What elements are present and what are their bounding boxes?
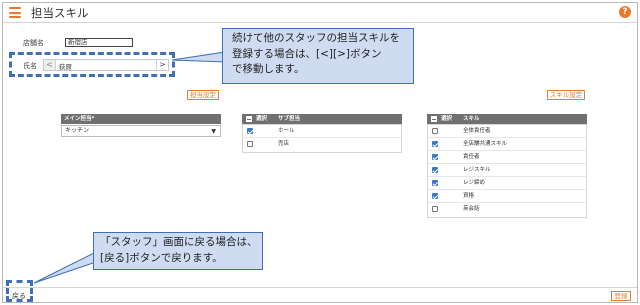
hamburger-icon[interactable] (9, 7, 21, 18)
row-label: 英会話 (463, 206, 480, 212)
row-checkbox[interactable] (432, 180, 438, 186)
callout-back-hint: 「スタッフ」画面に戻る場合は、 [戻る]ボタンで戻ります。 (93, 232, 263, 270)
row-checkbox[interactable] (247, 141, 253, 147)
store-name-field: 新宿店 (65, 38, 133, 47)
callout-staff-nav-text: 続けて他のスタッフの担当スキルを 登録する場合は、[<][>]ボタン で移動しま… (232, 32, 400, 75)
table-row[interactable]: 責任者 (428, 151, 586, 164)
main-duty-selected-value: キッチン (65, 127, 90, 134)
sub-duty-table: ホール 売店 (242, 124, 402, 153)
skills-header: 選択 スキル (427, 114, 587, 124)
callout-back-hint-text: 「スタッフ」画面に戻る場合は、 [戻る]ボタンで戻ります。 (100, 236, 258, 264)
register-button[interactable]: 登録 (611, 291, 631, 301)
row-label: 売店 (278, 141, 290, 147)
sub-duty-col-name: サブ担当 (278, 116, 301, 122)
row-label: レジ締め (463, 180, 486, 186)
row-label: ホール (278, 128, 295, 134)
skills-col-select: 選択 (441, 116, 453, 122)
row-checkbox[interactable] (432, 167, 438, 173)
select-all-skills-checkbox[interactable] (431, 116, 437, 122)
store-name-label: 店舗名 (23, 39, 44, 47)
skills-table: 全体責任者 全店舗共通スキル 責任者 レジスキル レジ締め 資格 英会話 (427, 124, 587, 218)
help-icon[interactable]: ? (619, 6, 631, 18)
row-checkbox[interactable] (432, 206, 438, 212)
callout-staff-nav: 続けて他のスタッフの担当スキルを 登録する場合は、[<][>]ボタン で移動しま… (222, 28, 414, 84)
sub-duty-col-select: 選択 (256, 116, 268, 122)
main-duty-select[interactable]: キッチン ▼ (61, 125, 221, 137)
table-row[interactable]: 英会話 (428, 203, 586, 216)
duty-setting-button[interactable]: 担当設定 (187, 90, 219, 100)
header-bar: 担当スキル ? (3, 3, 637, 23)
row-checkbox[interactable] (432, 154, 438, 160)
skills-col-name: スキル (463, 116, 480, 122)
row-label: レジスキル (463, 167, 491, 173)
staff-name-selector: < 荻原 > (43, 59, 169, 71)
footer-bar: 戻る 登録 (3, 287, 637, 302)
table-row[interactable]: レジ締め (428, 177, 586, 190)
row-label: 責任者 (463, 154, 480, 160)
table-row[interactable]: 資格 (428, 190, 586, 203)
skill-setting-button[interactable]: スキル設定 (547, 90, 585, 100)
sub-duty-header: 選択 サブ担当 (242, 114, 402, 124)
row-label: 全体責任者 (463, 128, 491, 134)
next-staff-button[interactable]: > (156, 60, 168, 70)
row-label: 全店舗共通スキル (463, 141, 508, 147)
row-checkbox[interactable] (432, 141, 438, 147)
table-row[interactable]: 全店舗共通スキル (428, 138, 586, 151)
page-title: 担当スキル (31, 6, 89, 20)
row-checkbox[interactable] (432, 128, 438, 134)
row-checkbox[interactable] (247, 128, 253, 134)
chevron-down-icon: ▼ (211, 128, 216, 135)
table-row[interactable]: 全体責任者 (428, 125, 586, 138)
table-row[interactable]: ホール (243, 125, 401, 138)
main-duty-header: メイン担当* (61, 114, 221, 124)
back-button-highlight (6, 280, 33, 302)
row-label: 資格 (463, 193, 475, 199)
select-all-sub-duty-checkbox[interactable] (246, 116, 252, 122)
staff-name-value: 荻原 (59, 63, 72, 71)
row-checkbox[interactable] (432, 193, 438, 199)
table-row[interactable]: 売店 (243, 138, 401, 151)
staff-name-label: 氏名 (23, 62, 37, 70)
prev-staff-button[interactable]: < (44, 60, 56, 70)
table-row[interactable]: レジスキル (428, 164, 586, 177)
